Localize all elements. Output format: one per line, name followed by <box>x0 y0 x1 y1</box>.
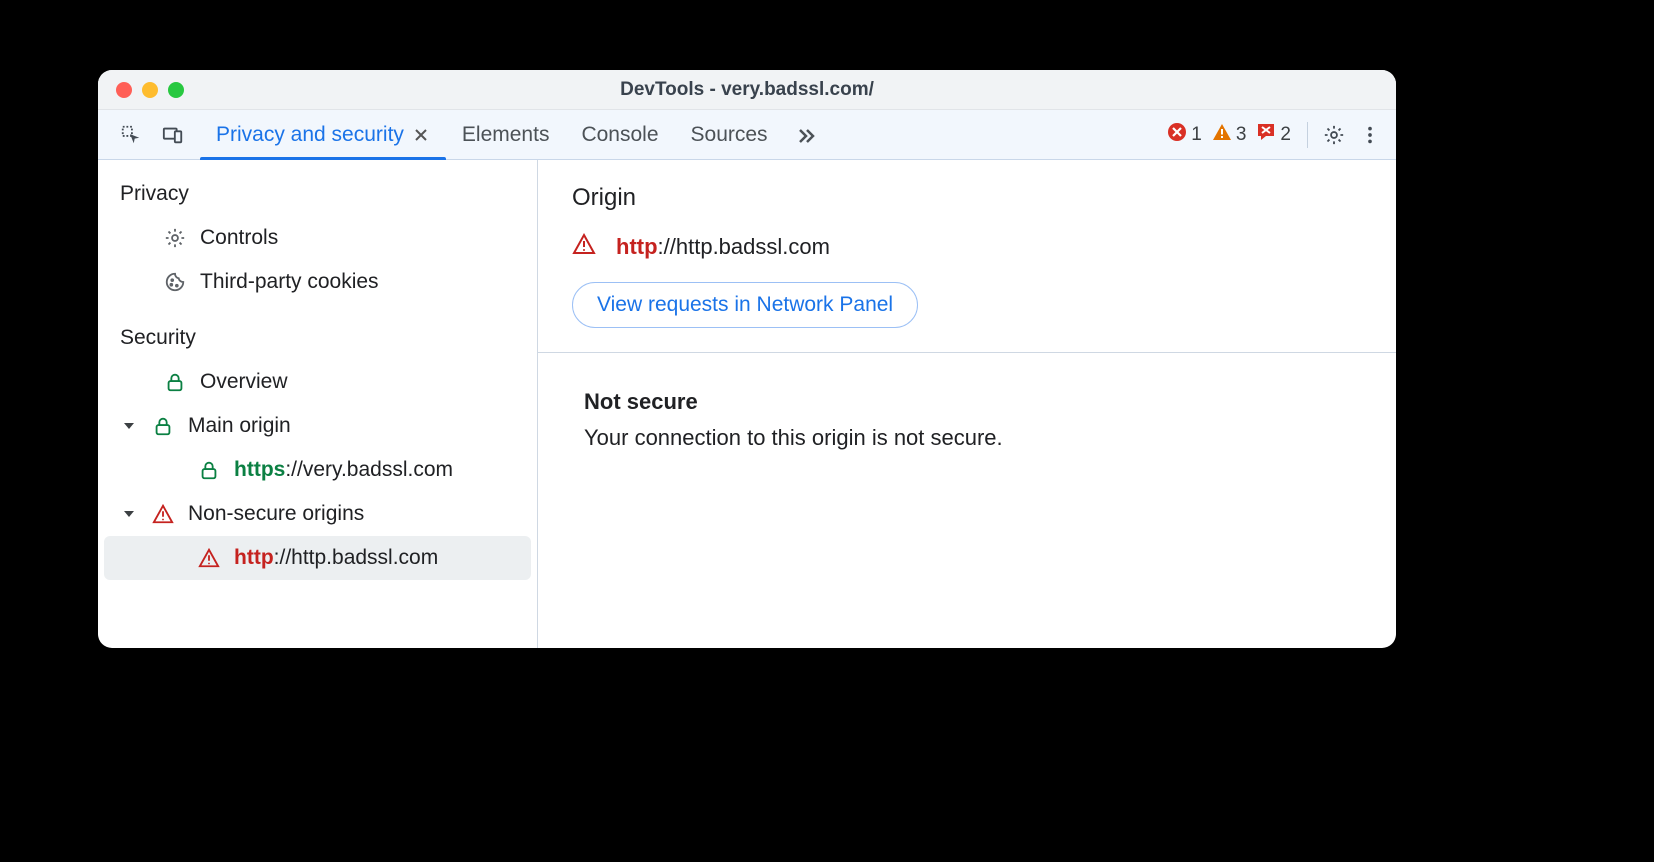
more-tabs-icon[interactable] <box>784 110 828 159</box>
window-titlebar: DevTools - very.badssl.com/ <box>98 70 1396 110</box>
sidebar-item-origin-http[interactable]: http://http.badssl.com <box>104 536 531 580</box>
window-title: DevTools - very.badssl.com/ <box>98 79 1396 101</box>
divider <box>1307 122 1308 148</box>
tab-label: Sources <box>691 123 768 147</box>
sidebar-item-origin-https[interactable]: https://very.badssl.com <box>98 448 537 492</box>
status-title: Not secure <box>584 389 1350 415</box>
origin-url: https://very.badssl.com <box>234 458 453 482</box>
error-counter[interactable]: 1 <box>1167 122 1202 148</box>
view-requests-button[interactable]: View requests in Network Panel <box>572 282 918 328</box>
warning-triangle-icon <box>150 503 176 525</box>
lock-icon <box>150 415 176 437</box>
warning-counter[interactable]: 3 <box>1212 122 1247 148</box>
window-zoom-button[interactable] <box>168 82 184 98</box>
scheme: http <box>234 546 274 569</box>
host: ://http.badssl.com <box>274 546 439 569</box>
devtools-window: DevTools - very.badssl.com/ Privacy and … <box>98 70 1396 648</box>
message-counter[interactable]: 2 <box>1256 122 1291 148</box>
gear-icon <box>162 227 188 249</box>
sidebar-item-controls[interactable]: Controls <box>98 216 537 260</box>
settings-icon[interactable] <box>1316 110 1352 159</box>
panel-tabs: Privacy and security Elements Console So… <box>200 110 828 159</box>
inspect-element-icon[interactable] <box>110 110 152 159</box>
error-icon <box>1167 122 1187 148</box>
section-title-privacy: Privacy <box>98 178 537 216</box>
warning-triangle-icon <box>196 547 222 569</box>
tab-elements[interactable]: Elements <box>446 110 566 159</box>
warning-triangle-icon <box>572 232 596 262</box>
sidebar-item-label: Third-party cookies <box>200 270 379 294</box>
tab-console[interactable]: Console <box>565 110 674 159</box>
status-section: Not secure Your connection to this origi… <box>538 353 1396 487</box>
host: ://http.badssl.com <box>658 234 830 259</box>
devtools-toolbar: Privacy and security Elements Console So… <box>98 110 1396 160</box>
scheme: http <box>616 234 658 259</box>
section-title-security: Security <box>98 322 537 360</box>
origin-section-title: Origin <box>572 184 1362 212</box>
sidebar-item-label: Controls <box>200 226 278 250</box>
warning-icon <box>1212 122 1232 148</box>
sidebar-item-non-secure-origins[interactable]: Non-secure origins <box>98 492 537 536</box>
chevron-down-icon[interactable] <box>120 420 138 432</box>
window-close-button[interactable] <box>116 82 132 98</box>
tab-label: Elements <box>462 123 550 147</box>
message-icon <box>1256 122 1276 148</box>
origin-url: http://http.badssl.com <box>616 234 830 260</box>
sidebar-item-overview[interactable]: Overview <box>98 360 537 404</box>
cookie-icon <box>162 271 188 293</box>
window-controls <box>116 82 184 98</box>
device-toolbar-icon[interactable] <box>152 110 194 159</box>
window-minimize-button[interactable] <box>142 82 158 98</box>
sidebar-item-main-origin[interactable]: Main origin <box>98 404 537 448</box>
sidebar-item-label: Non-secure origins <box>188 502 364 526</box>
more-menu-icon[interactable] <box>1352 110 1388 159</box>
panel-body: Privacy Controls Third-party cookies Sec… <box>98 160 1396 648</box>
tab-sources[interactable]: Sources <box>675 110 784 159</box>
chevron-down-icon[interactable] <box>120 508 138 520</box>
origin-section: Origin http://http.badssl.com View reque… <box>538 160 1396 353</box>
status-description: Your connection to this origin is not se… <box>584 425 1350 451</box>
origin-row: http://http.badssl.com <box>572 232 1362 262</box>
main-pane: Origin http://http.badssl.com View reque… <box>538 160 1396 648</box>
warning-count: 3 <box>1236 124 1247 146</box>
host: ://very.badssl.com <box>285 458 453 481</box>
issue-counters: 1 3 2 <box>1167 110 1299 159</box>
tab-label: Console <box>581 123 658 147</box>
scheme: https <box>234 458 285 481</box>
lock-icon <box>196 459 222 481</box>
tab-label: Privacy and security <box>216 123 404 147</box>
message-count: 2 <box>1280 124 1291 146</box>
sidebar-item-third-party-cookies[interactable]: Third-party cookies <box>98 260 537 304</box>
close-icon[interactable] <box>412 126 430 144</box>
sidebar-item-label: Overview <box>200 370 288 394</box>
lock-icon <box>162 371 188 393</box>
error-count: 1 <box>1191 124 1202 146</box>
sidebar-item-label: Main origin <box>188 414 291 438</box>
origin-url: http://http.badssl.com <box>234 546 438 570</box>
sidebar: Privacy Controls Third-party cookies Sec… <box>98 160 538 648</box>
tab-privacy-and-security[interactable]: Privacy and security <box>200 110 446 159</box>
